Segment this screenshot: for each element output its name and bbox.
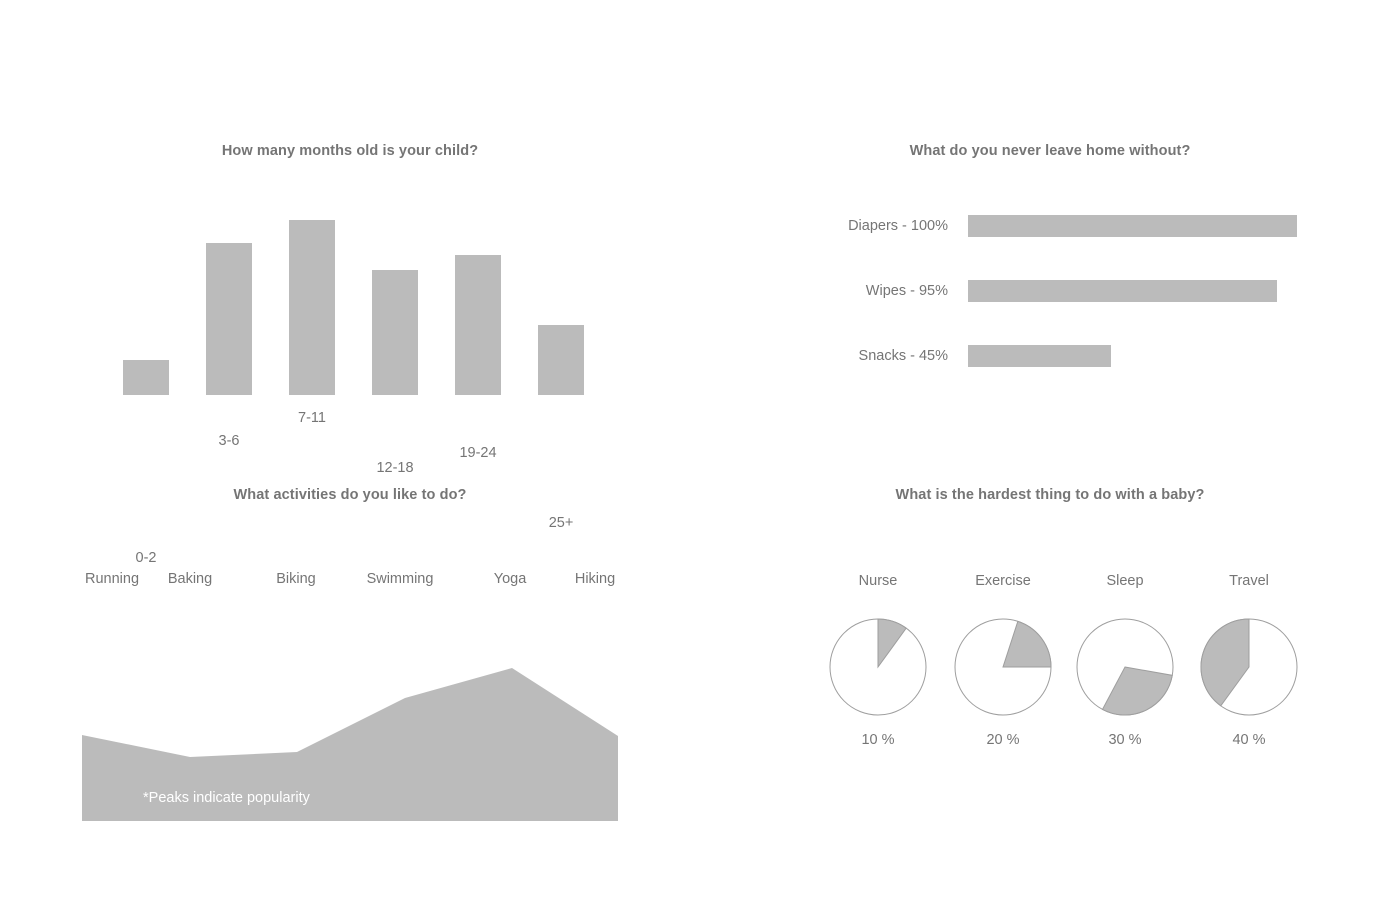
pie-chart-cell: Sleep 30 %	[1063, 571, 1187, 748]
pie-chart-cell: Nurse 10 %	[816, 571, 940, 748]
activities-panel: What activities do you like to do? Runni…	[0, 453, 700, 906]
hardest-thing-title: What is the hardest thing to do with a b…	[895, 487, 1205, 503]
months-bar-label: 3-6	[218, 433, 240, 449]
activities-area-chart	[0, 453, 700, 906]
pie-chart-graphic	[816, 618, 940, 716]
months-bar	[455, 255, 501, 395]
months-old-panel: How many months old is your child? 0-2 3-…	[0, 0, 700, 566]
months-bar	[372, 270, 418, 395]
essentials-bar	[968, 215, 1297, 237]
pie-category-label: Sleep	[1106, 573, 1144, 589]
area-chart-svg	[82, 668, 618, 821]
essentials-title: What do you never leave home without?	[909, 143, 1191, 159]
months-bar	[538, 325, 584, 395]
pie-category-label: Exercise	[975, 573, 1031, 589]
pie-svg	[1200, 618, 1298, 716]
essentials-row: Snacks - 45%	[700, 345, 1400, 410]
months-bar	[206, 243, 252, 395]
pie-svg	[954, 618, 1052, 716]
pie-chart-graphic	[1187, 618, 1311, 716]
pie-percent-label: 10 %	[861, 732, 895, 748]
essentials-bar	[968, 345, 1111, 367]
essentials-row-label: Snacks - 45%	[858, 348, 948, 364]
pie-percent-label: 20 %	[986, 732, 1020, 748]
months-bar	[123, 360, 169, 395]
pie-percent-label: 40 %	[1232, 732, 1266, 748]
hardest-thing-panel: What is the hardest thing to do with a b…	[700, 453, 1400, 906]
months-bar-label: 7-11	[298, 410, 326, 426]
essentials-panel: What do you never leave home without? Di…	[700, 0, 1400, 453]
months-old-bar-chart: 0-2 3-6 7-11 12-18 19-24 25+	[123, 180, 623, 566]
pie-chart-cell: Exercise 20 %	[941, 571, 1065, 748]
pie-category-label: Nurse	[858, 573, 898, 589]
pie-chart-graphic	[1063, 618, 1187, 716]
pie-category-label: Travel	[1229, 573, 1269, 589]
essentials-row-label: Diapers - 100%	[848, 218, 948, 234]
essentials-row-label: Wipes - 95%	[865, 283, 948, 299]
essentials-bar-chart: Diapers - 100% Wipes - 95% Snacks - 45%	[700, 215, 1400, 410]
pie-chart-graphic	[941, 618, 1065, 716]
essentials-bar	[968, 280, 1277, 302]
months-bar	[289, 220, 335, 395]
months-old-title: How many months old is your child?	[221, 143, 479, 159]
pie-chart-cell: Travel 40 %	[1187, 571, 1311, 748]
pie-svg	[1076, 618, 1174, 716]
pie-svg	[829, 618, 927, 716]
essentials-row: Diapers - 100%	[700, 215, 1400, 280]
activities-footnote: *Peaks indicate popularity	[143, 790, 310, 806]
essentials-row: Wipes - 95%	[700, 280, 1400, 345]
pie-percent-label: 30 %	[1108, 732, 1142, 748]
